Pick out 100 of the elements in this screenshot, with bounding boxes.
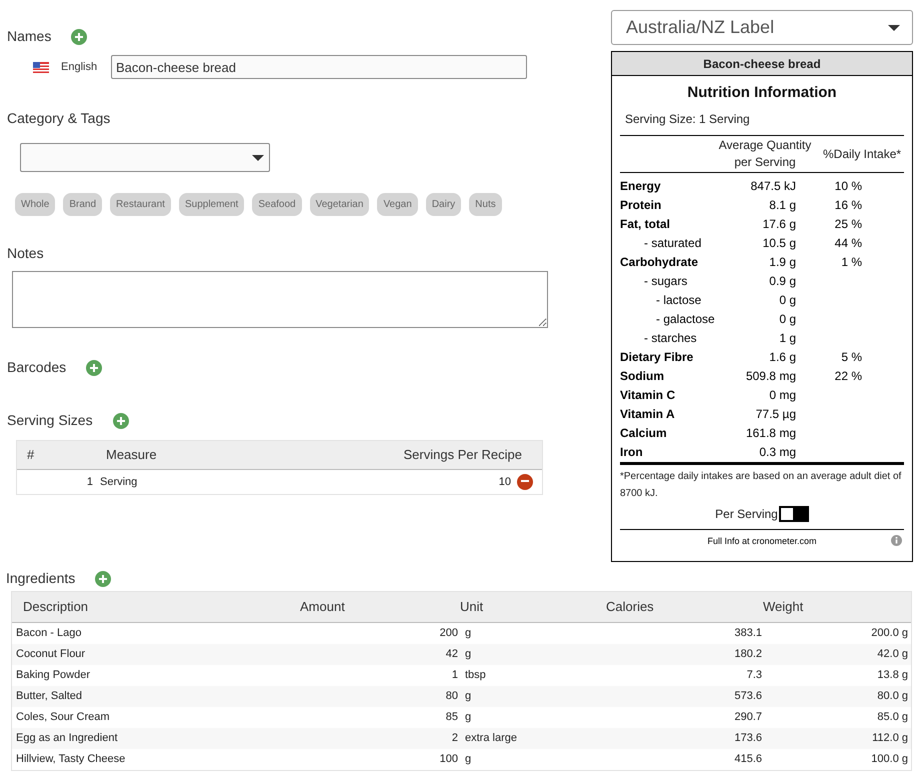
label-format-dropdown[interactable]: Australia/NZ Label: [611, 10, 913, 45]
nutrient-amount: 8.1 g: [768, 196, 796, 214]
table-cell-text: 415.6: [733, 752, 762, 768]
daily-intake: 5 %: [840, 348, 863, 366]
table-cell-text: 1: [450, 668, 458, 684]
tag-chip[interactable]: Restaurant: [110, 193, 171, 216]
toggle-label: Per Serving: [715, 506, 778, 523]
section-heading: Notes: [7, 245, 44, 261]
language-label: English: [61, 60, 98, 75]
table-cell-text: extra large: [464, 731, 518, 746]
full-info-link[interactable]: Full Info at cronometer.com: [707, 534, 817, 546]
column-header: Description: [22, 598, 90, 616]
section-heading: Ingredients: [6, 569, 76, 588]
nutrient-amount: 1.6 g: [768, 348, 796, 366]
nutrient-name: Fat, total: [620, 216, 671, 232]
nutrient-amount: 161.8 mg: [744, 424, 796, 442]
nutrient-amount: 0.9 g: [768, 272, 796, 290]
column-header: Unit: [460, 598, 484, 616]
tag-chip[interactable]: Supplement: [178, 193, 244, 216]
tag-chip[interactable]: Dairy: [426, 193, 462, 216]
info-icon[interactable]: [891, 535, 902, 546]
table-cell-text: 200.0 g: [870, 626, 908, 642]
table-cell-text: 7.3: [746, 668, 762, 684]
column-header: %Daily Intake*: [823, 146, 902, 163]
table-cell-text: 85: [444, 710, 458, 726]
caret-icon: [252, 154, 264, 160]
caret-icon: [888, 24, 900, 30]
table-cell-text: 10: [498, 474, 511, 490]
category-dropdown[interactable]: [20, 143, 270, 172]
table-cell-text: 85.0 g: [876, 710, 908, 726]
name-field[interactable]: Bacon-cheese bread: [111, 55, 527, 79]
column-header: Measure: [106, 446, 158, 464]
nutrient-name: - starches: [643, 330, 698, 346]
column-header: Calories: [606, 598, 655, 616]
daily-intake: 25 %: [834, 216, 863, 232]
table-cell-text: Coles, Sour Cream: [15, 710, 111, 726]
flag-icon: [33, 62, 49, 72]
table-cell-text: 2: [450, 731, 458, 746]
section-heading: Names: [7, 27, 52, 46]
add-icon[interactable]: [95, 570, 112, 586]
section-heading: Category & Tags: [7, 110, 110, 126]
nutrient-amount: 1 g: [778, 330, 796, 346]
table-cell-text: 80: [444, 689, 458, 704]
per-serving-toggle[interactable]: [778, 506, 809, 522]
tag-chip[interactable]: Vegetarian: [310, 193, 370, 216]
nutrient-name: Calcium: [620, 424, 668, 442]
add-icon[interactable]: [112, 412, 129, 428]
table-cell-text: 1: [86, 474, 93, 490]
remove-icon[interactable]: [517, 474, 533, 490]
serving-size: Serving Size: 1 Serving: [625, 112, 750, 126]
tag-chip[interactable]: Nuts: [469, 193, 502, 216]
nutrient-name: Iron: [620, 444, 644, 460]
notes-field[interactable]: [12, 271, 548, 328]
daily-intake: 16 %: [834, 196, 863, 214]
table-cell-text: g: [464, 710, 472, 726]
table-cell-text: g: [464, 647, 472, 662]
nutrient-name: - sugars: [643, 272, 688, 290]
table-cell-text: 42: [444, 647, 458, 662]
nutrient-name: Vitamin A: [620, 406, 676, 422]
column-header: #: [26, 446, 36, 464]
table-cell-text: 100.0 g: [870, 752, 908, 768]
table-cell-text: Coconut Flour: [15, 647, 86, 662]
section-heading: Barcodes: [7, 358, 66, 377]
nutrient-amount: 1.9 g: [768, 254, 796, 270]
nutrient-amount: 17.6 g: [762, 216, 796, 232]
tag-chip[interactable]: Brand: [63, 193, 102, 216]
table-cell-text: 180.2: [733, 647, 762, 662]
table-cell-text: Hillview, Tasty Cheese: [15, 752, 126, 768]
table-cell-text: 80.0 g: [876, 689, 908, 704]
nutrient-name: - lactose: [655, 292, 702, 308]
add-icon[interactable]: [86, 360, 102, 376]
daily-intake: 10 %: [834, 178, 863, 194]
table-cell-text: 290.7: [733, 710, 762, 726]
tag-chip[interactable]: Vegan: [377, 193, 418, 216]
table-cell-text: Bacon - Lago: [15, 626, 82, 642]
table-cell-text: Egg as an Ingredient: [15, 731, 119, 746]
column-header: Amount: [300, 598, 346, 616]
nutrient-name: Protein: [620, 196, 662, 214]
tag-chip[interactable]: Whole: [15, 193, 56, 216]
column-header: Weight: [763, 598, 804, 616]
nutrient-amount: 847.5 kJ: [750, 178, 796, 194]
table-cell-text: g: [464, 626, 472, 642]
table-cell-text: g: [464, 752, 472, 768]
nutrient-name: Vitamin C: [620, 386, 676, 404]
table-cell-text: 200: [438, 626, 458, 642]
table-cell-text: 173.6: [733, 731, 762, 746]
nutrient-amount: 0 g: [778, 292, 796, 308]
column-header: Average Quantity per Serving: [718, 137, 812, 171]
table-cell-text: 13.8 g: [876, 668, 908, 684]
nutrient-amount: 0 mg: [768, 386, 796, 404]
table-cell-text: g: [464, 689, 472, 704]
table-cell-text: 100: [438, 752, 458, 768]
table-cell-text: Serving: [99, 474, 138, 490]
tag-chip[interactable]: Seafood: [252, 193, 302, 216]
add-icon[interactable]: [71, 28, 88, 44]
label-header: Bacon-cheese bread: [612, 52, 912, 76]
nutrient-amount: 0 g: [778, 310, 796, 328]
nutrient-amount: 509.8 mg: [744, 368, 796, 384]
label-title: Nutrition Information: [687, 84, 837, 101]
daily-intake: 44 %: [834, 234, 863, 252]
